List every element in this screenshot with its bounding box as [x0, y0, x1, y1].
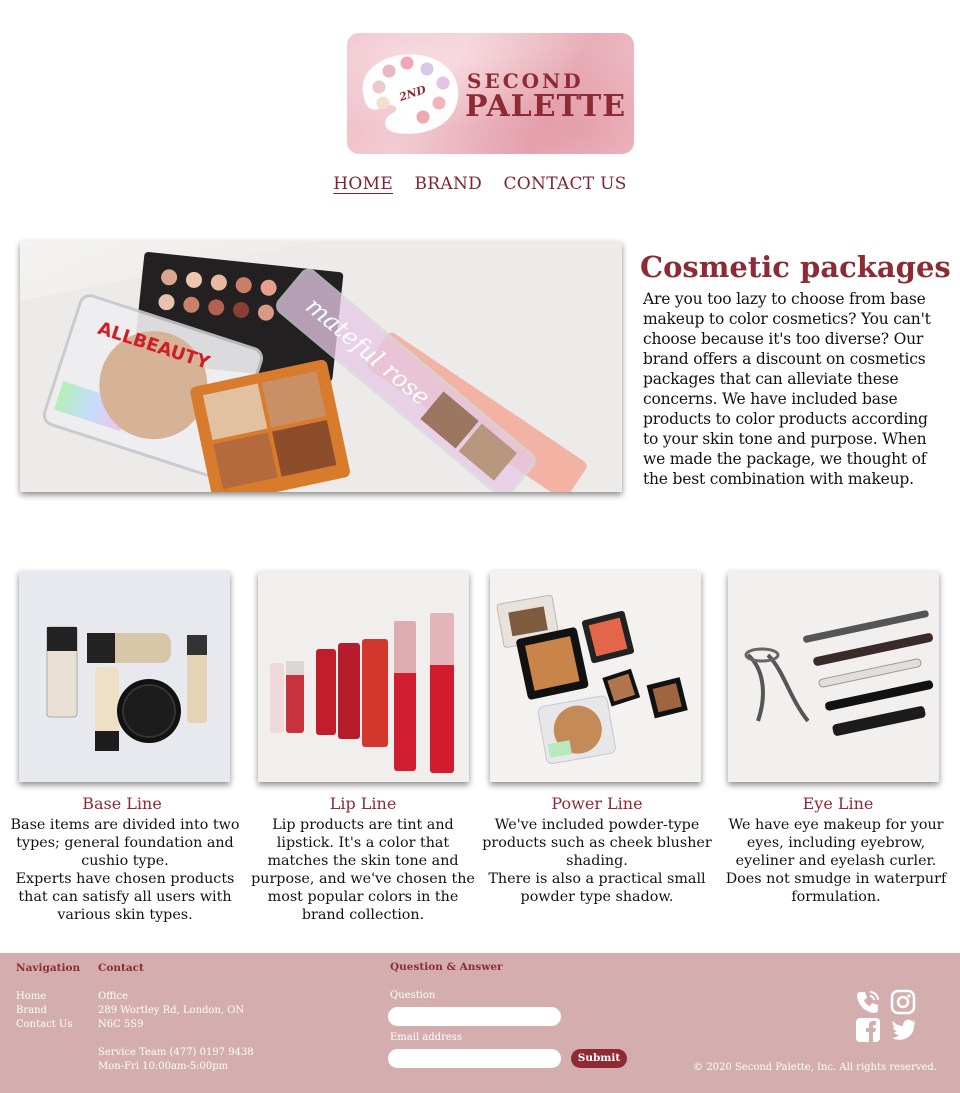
- site-footer: Navigation Home Brand Contact Us Contact…: [0, 953, 960, 1093]
- nav-brand[interactable]: BRAND: [414, 174, 482, 194]
- eye-line-image: [728, 571, 939, 782]
- logo-big-text: PALETTE: [465, 89, 627, 124]
- instagram-icon[interactable]: [890, 989, 916, 1015]
- question-input[interactable]: [388, 1007, 561, 1026]
- email-input[interactable]: [388, 1049, 561, 1068]
- nav-contact-us[interactable]: CONTACT US: [503, 174, 626, 194]
- footer-link-brand[interactable]: Brand: [16, 1004, 47, 1018]
- contact-address-line-1: 289 Wortley Rd, London, ON: [98, 1005, 245, 1016]
- lip-line-title: Lip Line: [329, 794, 397, 813]
- footer-qa-heading: Question & Answer: [390, 961, 503, 973]
- eye-line-title: Eye Line: [802, 794, 874, 813]
- power-line-title: Power Line: [551, 794, 643, 813]
- footer-navigation-heading: Navigation: [16, 962, 81, 974]
- question-label: Question: [390, 990, 436, 1001]
- base-line-image: [19, 571, 230, 782]
- facebook-icon[interactable]: [855, 1017, 881, 1043]
- power-line-image: [490, 571, 701, 782]
- lip-line-image: [258, 571, 469, 782]
- lip-line-text: Lip products are tint and lipstick. It's…: [251, 817, 475, 923]
- copyright-text: © 2020 Second Palette, Inc. All rights r…: [693, 1062, 937, 1073]
- eye-line-text: We have eye makeup for your eyes, includ…: [725, 817, 947, 905]
- base-line-text: Base items are divided into two types; g…: [10, 817, 240, 923]
- hero-title: Cosmetic packages: [640, 250, 951, 284]
- twitter-icon[interactable]: [891, 1017, 917, 1043]
- base-line-title: Base Line: [82, 794, 162, 813]
- contact-address-line-2: N6C 5S9: [98, 1019, 144, 1030]
- contact-office-label: Office: [98, 991, 129, 1002]
- logo-wordmark: SECOND PALETTE: [465, 69, 627, 124]
- contact-hours: Mon-Fri 10:00am-5:00pm: [98, 1061, 229, 1072]
- email-label: Email address: [390, 1032, 463, 1043]
- phone-icon[interactable]: [855, 989, 881, 1015]
- hero-description: Are you too lazy to choose from base mak…: [643, 290, 931, 488]
- main-nav: HOME BRAND CONTACT US: [0, 174, 960, 194]
- power-line-text: We've included powder-type products such…: [482, 817, 712, 905]
- footer-link-contact-us[interactable]: Contact Us: [16, 1018, 72, 1032]
- hero-image: ALLBEAUTY mateful rose: [20, 241, 622, 492]
- brand-logo[interactable]: 2ND SECOND PALETTE: [347, 33, 634, 154]
- footer-link-home[interactable]: Home: [16, 990, 46, 1004]
- contact-service-team: Service Team (477) 0197 9438: [98, 1047, 254, 1058]
- submit-button[interactable]: Submit: [571, 1049, 627, 1068]
- footer-contact-heading: Contact: [98, 962, 144, 974]
- nav-home[interactable]: HOME: [333, 174, 393, 194]
